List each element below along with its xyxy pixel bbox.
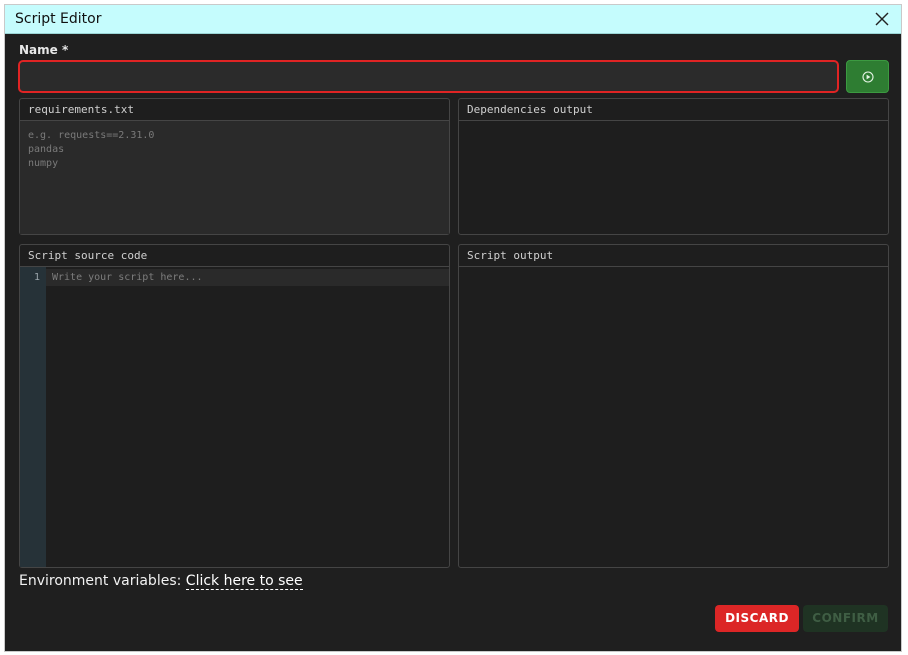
environment-variables-label: Environment variables:: [19, 573, 182, 589]
line-number: 1: [33, 272, 40, 283]
dependencies-output-header: Dependencies output: [459, 99, 888, 121]
script-output-panel: Script output: [458, 244, 889, 568]
script-source-panel: Script source code 1 Write your script h…: [19, 244, 450, 568]
script-code-editor[interactable]: Write your script here...: [52, 272, 203, 283]
requirements-panel: requirements.txt: [19, 98, 450, 235]
environment-variables-link[interactable]: Click here to see: [185, 573, 303, 590]
script-source-header: Script source code: [20, 245, 449, 267]
name-label: Name *: [19, 43, 69, 57]
line-number-gutter: 1: [20, 267, 46, 567]
run-button[interactable]: [846, 60, 889, 93]
name-input[interactable]: [18, 60, 839, 93]
environment-variables-row: Environment variables: Click here to see: [19, 573, 303, 590]
requirements-header: requirements.txt: [20, 99, 449, 121]
script-editor-dialog: Script Editor Name * requirements.txt De…: [4, 4, 902, 652]
dependencies-output-panel: Dependencies output: [458, 98, 889, 235]
requirements-editor: [20, 121, 449, 234]
dialog-title: Script Editor: [15, 11, 102, 27]
dialog-title-bar: Script Editor: [5, 5, 901, 34]
requirements-textarea[interactable]: [20, 121, 449, 234]
script-output-header: Script output: [459, 245, 888, 267]
discard-button[interactable]: DISCARD: [715, 605, 799, 632]
confirm-button[interactable]: CONFIRM: [803, 605, 888, 632]
play-circle-icon: [862, 71, 874, 83]
close-icon[interactable]: [873, 10, 891, 28]
